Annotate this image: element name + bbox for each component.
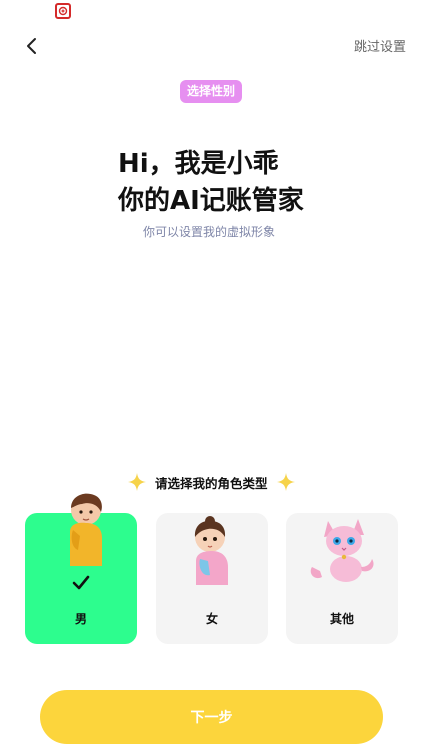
greeting-line-1: Hi，我是小乖 [118,149,279,179]
step-tag: 选择性别 [180,80,243,103]
greeting-line-2: 你的AI记账管家 [118,186,304,216]
skip-settings-link[interactable]: 跳过设置 [354,36,406,55]
greeting-headline: Hi，我是小乖 你的AI记账管家 [118,146,304,220]
sparkle-icon [276,473,295,491]
back-button[interactable] [20,34,44,58]
cat-avatar-icon [310,519,374,582]
role-label: 男 [74,612,87,626]
role-prompt: 请选择我的角色类型 [127,472,296,492]
role-prompt-text: 请选择我的角色类型 [155,475,268,491]
app-notification-icon [55,3,71,19]
sparkle-icon [128,473,146,491]
chevron-left-icon [27,38,36,54]
checkmark-icon [72,575,90,590]
girl-avatar-icon [194,516,228,585]
greeting-subtitle: 你可以设置我的虚拟形象 [143,225,276,239]
next-step-button[interactable]: 下一步 [40,690,383,744]
role-label: 女 [205,612,218,626]
boy-avatar-icon [70,493,102,566]
role-label: 其他 [329,612,354,626]
